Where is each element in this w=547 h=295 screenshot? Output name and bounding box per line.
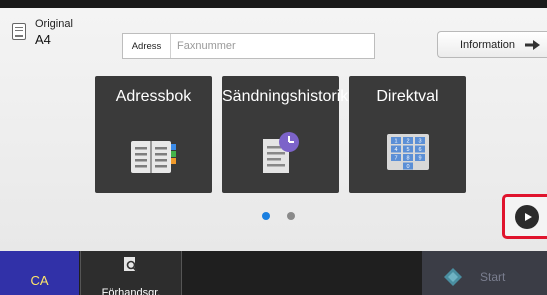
tile-label: Direktval	[376, 88, 439, 105]
original-value: A4	[35, 32, 51, 47]
keypad-key-label: 4	[394, 147, 397, 153]
tile-label: Sändningshistorik	[222, 88, 349, 105]
tile-label: Adressbok	[115, 88, 192, 105]
fax-number-input[interactable]	[171, 34, 374, 58]
next-page-button[interactable]	[515, 205, 539, 229]
pager-dot-active[interactable]	[262, 212, 270, 220]
start-diamond-icon	[444, 268, 462, 286]
preview-magnifier-icon	[124, 257, 138, 273]
address-button[interactable]: Adress	[123, 34, 171, 58]
fax-home-screen: Original A4 Adress Information Adressbok	[0, 0, 547, 295]
original-size-indicator[interactable]: Original A4	[12, 18, 73, 48]
tile-send-history[interactable]: Sändningshistorik	[222, 76, 349, 193]
pager-dot[interactable]	[287, 212, 295, 220]
keypad-key-label: 9	[418, 156, 421, 162]
original-doc-icon	[12, 23, 26, 40]
start-label: Start	[480, 270, 506, 284]
bottom-bar: CA Förhandsgr. Start	[0, 251, 547, 295]
play-icon	[524, 213, 532, 221]
send-history-icon	[262, 132, 299, 173]
keypad-icon: 1 2 3 4 5 6 7 8 9 0	[386, 134, 429, 170]
start-button[interactable]: Start	[422, 251, 547, 295]
information-button[interactable]: Information	[437, 31, 547, 58]
keypad-key-label: 3	[418, 139, 421, 145]
preview-button[interactable]: Förhandsgr.	[80, 251, 182, 295]
keypad-key-label: 6	[418, 147, 421, 153]
information-label: Information	[460, 38, 516, 51]
original-label: Original	[35, 18, 73, 30]
keypad-key-label: 2	[406, 139, 409, 145]
keypad-key-label: 5	[406, 147, 409, 153]
preview-label: Förhandsgr.	[101, 287, 161, 295]
keypad-key-label: 1	[394, 139, 397, 145]
tile-direct-dial[interactable]: Direktval 1 2 3 4 5 6 7 8 9 0	[349, 76, 466, 193]
ca-button[interactable]: CA	[0, 251, 79, 295]
keypad-key-label: 0	[406, 164, 409, 170]
arrow-right-icon	[525, 39, 541, 50]
address-book-icon	[130, 141, 176, 173]
keypad-key-label: 7	[394, 156, 397, 162]
address-bar: Adress	[122, 33, 375, 59]
keypad-key-label: 8	[406, 156, 409, 162]
tile-address-book[interactable]: Adressbok	[95, 76, 212, 193]
